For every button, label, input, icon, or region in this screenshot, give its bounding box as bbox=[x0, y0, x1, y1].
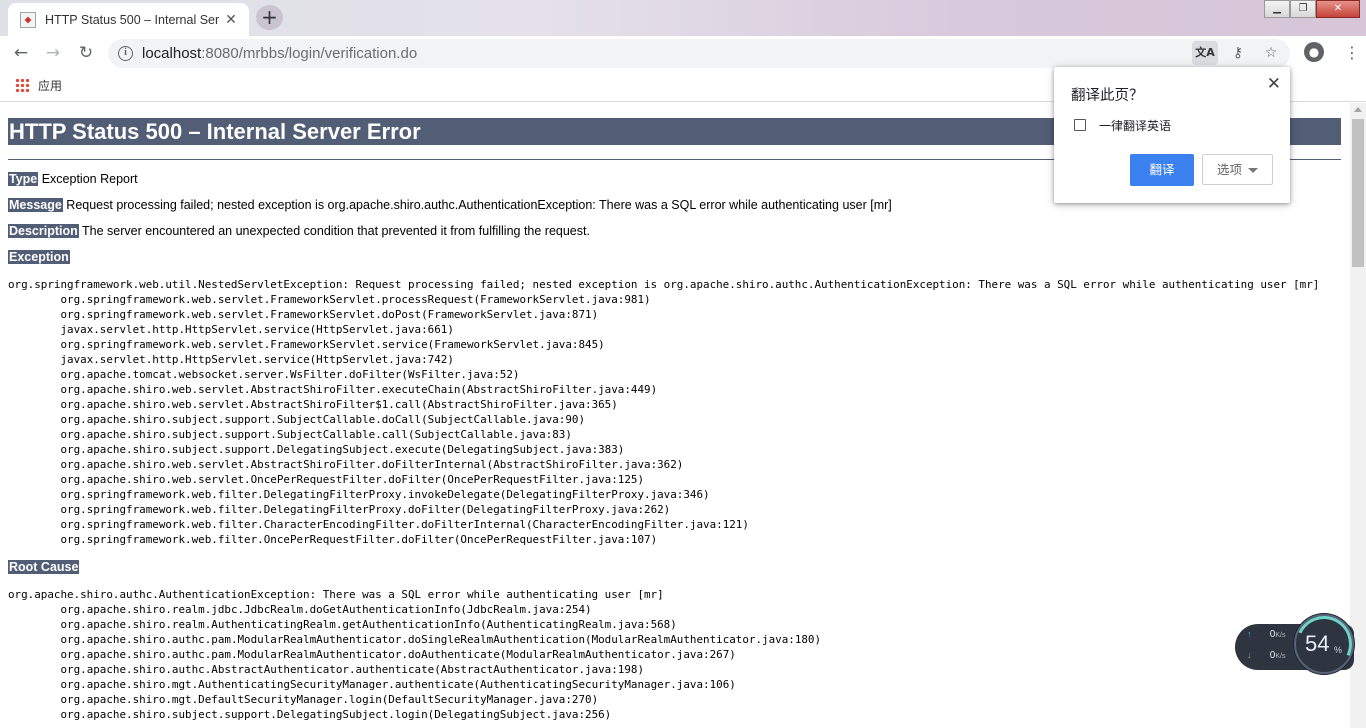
root-cause-stack-trace: org.apache.shiro.authc.AuthenticationExc… bbox=[8, 588, 822, 721]
options-label: 选项 bbox=[1217, 162, 1243, 177]
back-arrow-icon[interactable]: ← bbox=[10, 42, 32, 64]
always-translate-label[interactable]: 一律翻译英语 bbox=[1099, 117, 1171, 134]
type-label: Type bbox=[8, 172, 39, 186]
exception-label: Exception bbox=[8, 250, 70, 264]
site-info-icon[interactable]: i bbox=[118, 46, 133, 61]
url-path: :8080/mrbbs/login/verification.do bbox=[201, 45, 418, 62]
tomcat-favicon-icon bbox=[20, 11, 36, 28]
root-cause-label: Root Cause bbox=[8, 560, 80, 574]
upload-arrow-icon: ↑ bbox=[1247, 629, 1252, 639]
translate-popup: 翻译此页？ ✕ 一律翻译英语 翻译 选项 bbox=[1054, 67, 1290, 203]
exception-heading: Exception bbox=[8, 250, 70, 264]
message-value: Request processing failed; nested except… bbox=[62, 198, 892, 212]
apps-grid-icon[interactable] bbox=[15, 78, 29, 92]
description-label: Description bbox=[8, 224, 79, 238]
apps-bookmark[interactable]: 应用 bbox=[38, 77, 62, 94]
title-bar: HTTP Status 500 – Internal Ser ✕ + ▁ ❐ ✕ bbox=[0, 0, 1366, 36]
options-dropdown-button[interactable]: 选项 bbox=[1202, 154, 1273, 185]
maximize-button[interactable]: ❐ bbox=[1290, 0, 1316, 18]
profile-avatar-icon[interactable]: ● bbox=[1304, 42, 1324, 62]
type-value: Exception Report bbox=[38, 172, 138, 186]
root-cause-heading: Root Cause bbox=[8, 560, 80, 574]
gauge-percent-value: 54 bbox=[1305, 631, 1330, 656]
download-arrow-icon: ↓ bbox=[1247, 650, 1252, 660]
message-line: Message Request processing failed; neste… bbox=[8, 198, 892, 212]
gauge-percent-sign: % bbox=[1334, 645, 1343, 655]
close-icon[interactable]: ✕ bbox=[1267, 74, 1281, 94]
upload-speed: ↑ 0K/s bbox=[1247, 629, 1285, 640]
window-close-button[interactable]: ✕ bbox=[1316, 0, 1360, 18]
menu-kebab-icon[interactable]: ⋮ bbox=[1344, 42, 1360, 64]
scroll-up-arrow-icon[interactable] bbox=[1354, 107, 1362, 112]
type-line: Type Exception Report bbox=[8, 172, 138, 186]
url-host: localhost bbox=[142, 45, 202, 62]
download-speed: ↓ 0K/s bbox=[1247, 650, 1285, 661]
description-line: Description The server encountered an un… bbox=[8, 224, 590, 238]
address-bar[interactable]: i localhost:8080/mrbbs/login/verificatio… bbox=[108, 39, 1290, 68]
window-controls: ▁ ❐ ✕ bbox=[1264, 0, 1360, 18]
new-tab-button[interactable]: + bbox=[256, 5, 283, 30]
minimize-button[interactable]: ▁ bbox=[1264, 0, 1290, 18]
scroll-thumb[interactable] bbox=[1352, 119, 1364, 267]
tab-close-icon[interactable]: ✕ bbox=[223, 12, 239, 28]
key-icon[interactable]: ⚷ bbox=[1225, 41, 1251, 65]
message-label: Message bbox=[8, 198, 63, 212]
upload-unit: K/s bbox=[1275, 632, 1286, 639]
download-unit: K/s bbox=[1275, 653, 1286, 660]
always-translate-checkbox[interactable] bbox=[1074, 119, 1086, 131]
description-value: The server encountered an unexpected con… bbox=[78, 224, 590, 238]
exception-stack-trace: org.springframework.web.util.NestedServl… bbox=[8, 278, 1320, 546]
translate-popup-title: 翻译此页？ bbox=[1071, 88, 1144, 104]
translate-icon[interactable]: 文A bbox=[1192, 41, 1218, 65]
browser-tab[interactable]: HTTP Status 500 – Internal Ser ✕ bbox=[8, 3, 249, 36]
chevron-down-icon bbox=[1248, 168, 1258, 173]
omnibox-actions: 文A ⚷ ☆ bbox=[1192, 41, 1284, 65]
forward-arrow-icon[interactable]: → bbox=[42, 42, 64, 64]
reload-icon[interactable]: ↻ bbox=[75, 42, 97, 64]
browser-toolbar: ← → ↻ i localhost:8080/mrbbs/login/verif… bbox=[0, 36, 1366, 70]
star-bookmark-icon[interactable]: ☆ bbox=[1258, 41, 1284, 65]
tab-title: HTTP Status 500 – Internal Ser bbox=[45, 12, 220, 27]
translate-button[interactable]: 翻译 bbox=[1130, 154, 1194, 186]
url-text[interactable]: localhost:8080/mrbbs/login/verification.… bbox=[142, 45, 417, 62]
